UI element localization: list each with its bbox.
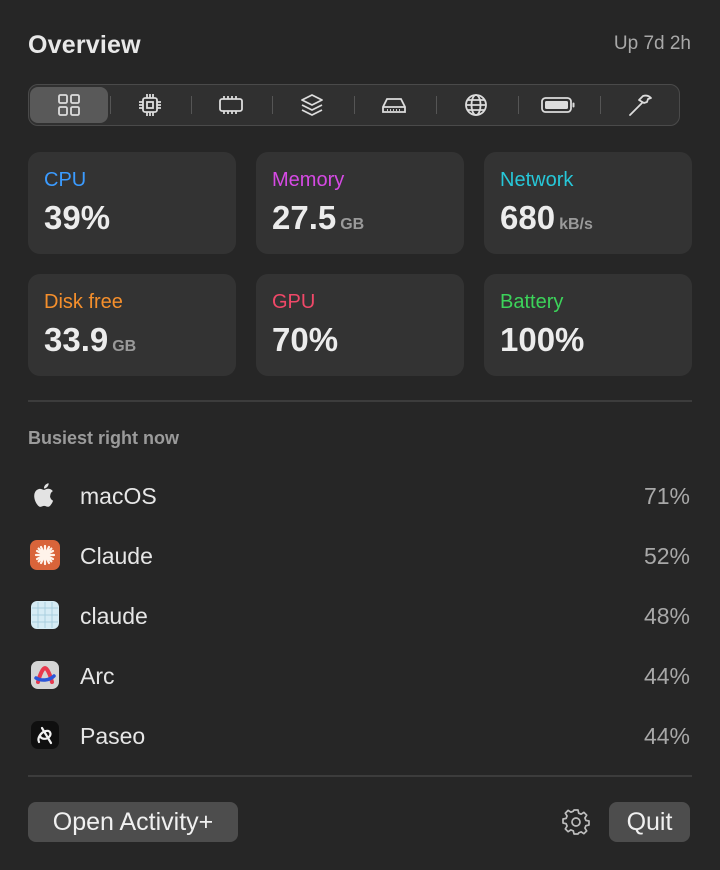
process-row-macos[interactable]: macOS 71% (28, 475, 692, 515)
uptime-label: Up 7d 2h (613, 33, 691, 54)
apple-icon (28, 478, 62, 512)
process-percent: 44% (643, 663, 690, 689)
network-label: Network (500, 169, 574, 191)
battery-label: Battery (500, 291, 564, 313)
tab-cpu[interactable] (111, 87, 189, 123)
arc-browser-icon (28, 658, 62, 692)
memory-icon (219, 96, 243, 114)
process-name: claude (80, 603, 148, 629)
tab-disk[interactable] (355, 87, 433, 123)
hammer-icon (629, 94, 652, 116)
process-percent: 44% (643, 723, 690, 749)
process-name: Paseo (80, 723, 146, 749)
battery-value: 100% (500, 321, 585, 358)
tab-memory[interactable] (192, 87, 270, 123)
tab-overview[interactable] (30, 87, 108, 123)
gpu-value: 70% (272, 321, 339, 358)
header: Overview Up 7d 2h (28, 28, 691, 64)
process-row-paseo[interactable]: Paseo 44% (28, 715, 692, 755)
disk-value: 33.9 GB (44, 321, 137, 358)
process-name: Claude (80, 543, 153, 569)
cpu-chip-icon (139, 94, 161, 116)
cpu-card[interactable]: CPU 39% (28, 152, 236, 254)
process-percent: 52% (643, 543, 690, 569)
layers-icon (301, 94, 323, 116)
network-card[interactable]: Network 680 kB/s (484, 152, 692, 254)
process-name: Arc (80, 663, 115, 689)
process-row-arc[interactable]: Arc 44% (28, 655, 692, 695)
cpu-label: CPU (44, 169, 87, 191)
divider (28, 775, 692, 777)
open-activity-button[interactable]: Open Activity+ (28, 802, 238, 842)
disk-drive-icon (382, 98, 406, 113)
process-percent: 71% (643, 483, 690, 509)
paseo-app-icon (28, 718, 62, 752)
tab-tools[interactable] (601, 87, 679, 123)
process-percent: 48% (643, 603, 690, 629)
grid-icon (58, 94, 80, 116)
page-title: Overview (28, 31, 141, 59)
tab-battery[interactable] (519, 87, 597, 123)
memory-label: Memory (272, 169, 345, 191)
gear-icon[interactable] (561, 807, 591, 837)
disk-card[interactable]: Disk free 33.9 GB (28, 274, 236, 376)
terminal-grid-icon (28, 598, 62, 632)
battery-card[interactable]: Battery 100% (484, 274, 692, 376)
globe-icon (465, 94, 487, 116)
tab-layers[interactable] (273, 87, 351, 123)
battery-icon (541, 97, 575, 113)
gpu-card[interactable]: GPU 70% (256, 274, 464, 376)
cpu-value: 39% (44, 199, 111, 236)
memory-card[interactable]: Memory 27.5 GB (256, 152, 464, 254)
network-value: 680 kB/s (500, 199, 593, 236)
tab-bar (28, 84, 680, 126)
divider (28, 400, 692, 402)
process-row-claude-cli[interactable]: claude 48% (28, 595, 692, 635)
gpu-label: GPU (272, 291, 316, 313)
disk-label: Disk free (44, 291, 123, 313)
claude-app-icon (28, 538, 62, 572)
process-name: macOS (80, 483, 157, 509)
section-title: Busiest right now (28, 428, 180, 448)
process-row-claude[interactable]: Claude 52% (28, 535, 692, 575)
memory-value: 27.5 GB (272, 199, 365, 236)
tab-network[interactable] (437, 87, 515, 123)
quit-button[interactable]: Quit (609, 802, 690, 842)
